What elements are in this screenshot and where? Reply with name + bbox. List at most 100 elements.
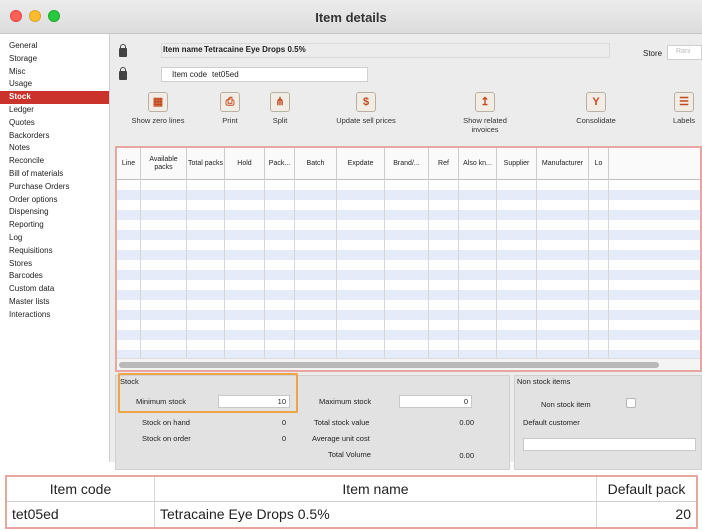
print-button[interactable]: ⎙ Print <box>212 92 248 125</box>
non-stock-item-checkbox[interactable] <box>626 398 636 408</box>
consolidate-button[interactable]: Y Consolidate <box>566 92 626 125</box>
sidebar-item-dispensing[interactable]: Dispensing <box>0 206 109 219</box>
sidebar-item-interactions[interactable]: Interactions <box>0 309 109 322</box>
sidebar-item-misc[interactable]: Misc <box>0 66 109 79</box>
horizontal-scrollbar[interactable] <box>117 358 700 370</box>
column-header[interactable]: Brand/... <box>385 148 429 180</box>
column-header[interactable]: Lo <box>589 148 609 180</box>
scrollbar-thumb[interactable] <box>119 362 659 368</box>
default-pack-header: Default pack <box>607 481 686 497</box>
sidebar-item-backorders[interactable]: Backorders <box>0 130 109 143</box>
window-title: Item details <box>315 10 387 25</box>
item-name-field[interactable] <box>161 43 610 58</box>
table-row[interactable] <box>117 180 700 190</box>
store-label: Store <box>643 49 663 58</box>
stock-on-hand-value: 0 <box>281 418 286 427</box>
sidebar-item-storage[interactable]: Storage <box>0 53 109 66</box>
table-row[interactable] <box>117 190 700 200</box>
table-row[interactable] <box>117 240 700 250</box>
sidebar-item-purchase-orders[interactable]: Purchase Orders <box>0 181 109 194</box>
table-row[interactable] <box>117 230 700 240</box>
stock-on-hand-label: Stock on hand <box>142 418 190 427</box>
sidebar-item-ledger[interactable]: Ledger <box>0 104 109 117</box>
sidebar-item-order-options[interactable]: Order options <box>0 194 109 207</box>
related-invoices-icon: ↥ <box>475 92 495 112</box>
show-zero-lines-button[interactable]: ▦ Show zero lines <box>122 92 194 125</box>
table-row[interactable] <box>117 260 700 270</box>
sidebar-item-barcodes[interactable]: Barcodes <box>0 270 109 283</box>
sidebar-item-stock[interactable]: Stock <box>0 91 109 104</box>
maximum-stock-input[interactable]: 0 <box>399 395 472 408</box>
sidebar-item-bill-of-materials[interactable]: Bill of materials <box>0 168 109 181</box>
main-panel: Item name Tetracaine Eye Drops 0.5% Item… <box>110 34 702 470</box>
item-summary-table: Item code Item name Default pack tet05ed… <box>5 475 698 529</box>
printer-icon: ⎙ <box>220 92 240 112</box>
table-row[interactable] <box>117 220 700 230</box>
table-row[interactable] <box>117 340 700 350</box>
sidebar-item-general[interactable]: General <box>0 40 109 53</box>
column-header[interactable]: Line <box>117 148 141 180</box>
sidebar-item-requisitions[interactable]: Requisitions <box>0 245 109 258</box>
table-row[interactable] <box>117 280 700 290</box>
table-row[interactable] <box>117 200 700 210</box>
column-header[interactable]: Pack... <box>265 148 295 180</box>
item-code-label: Item code <box>172 70 208 79</box>
column-divider <box>428 180 429 358</box>
sidebar-item-custom-data[interactable]: Custom data <box>0 283 109 296</box>
column-header[interactable]: Supplier <box>497 148 537 180</box>
store-value: Rani <box>676 48 691 55</box>
table-row[interactable]: tet05ed Tetracaine Eye Drops 0.5% 20 <box>7 502 696 527</box>
table-row[interactable] <box>117 270 700 280</box>
column-header[interactable]: Expdate <box>337 148 385 180</box>
stock-lines-table[interactable]: Line Available packs Total packs Hold Pack..… <box>115 146 702 372</box>
sidebar-item-quotes[interactable]: Quotes <box>0 117 109 130</box>
column-header[interactable]: Available packs <box>141 148 187 180</box>
table-row[interactable] <box>117 250 700 260</box>
minimum-stock-highlight <box>118 373 298 413</box>
table-row[interactable] <box>117 330 700 340</box>
column-header[interactable]: Also kn... <box>459 148 497 180</box>
sidebar-item-reconcile[interactable]: Reconcile <box>0 155 109 168</box>
column-header[interactable]: Hold <box>225 148 265 180</box>
lock-icon[interactable] <box>119 67 127 80</box>
item-code-cell: tet05ed <box>7 502 155 527</box>
column-divider <box>588 180 589 358</box>
maximum-stock-label: Maximum stock <box>319 397 372 406</box>
table-row[interactable] <box>117 210 700 220</box>
sidebar-item-log[interactable]: Log <box>0 232 109 245</box>
labels-button[interactable]: ☰ Labels <box>666 92 702 125</box>
stock-on-order-value: 0 <box>281 434 286 443</box>
sidebar-item-usage[interactable]: Usage <box>0 78 109 91</box>
table-row[interactable] <box>117 290 700 300</box>
update-prices-icon: $ <box>356 92 376 112</box>
table-row[interactable] <box>117 320 700 330</box>
table-row[interactable] <box>117 310 700 320</box>
total-stock-value-label: Total stock value <box>314 418 370 427</box>
table-row[interactable] <box>117 300 700 310</box>
column-header[interactable]: Ref <box>429 148 459 180</box>
column-divider <box>496 180 497 358</box>
column-header[interactable]: Total packs <box>187 148 225 180</box>
show-related-invoices-button[interactable]: ↥ Show related invoices <box>450 92 520 134</box>
update-sell-prices-button[interactable]: $ Update sell prices <box>316 92 416 125</box>
lock-icon[interactable] <box>119 44 127 57</box>
column-divider <box>608 180 609 358</box>
column-header[interactable]: Manufacturer <box>537 148 589 180</box>
item-code-value: tet05ed <box>212 70 239 79</box>
sidebar-item-notes[interactable]: Notes <box>0 142 109 155</box>
column-divider <box>458 180 459 358</box>
consolidate-icon: Y <box>586 92 606 112</box>
sidebar-item-master-lists[interactable]: Master lists <box>0 296 109 309</box>
sidebar-item-stores[interactable]: Stores <box>0 258 109 271</box>
column-divider <box>294 180 295 358</box>
split-icon: ⋔ <box>270 92 290 112</box>
store-field[interactable]: Rani <box>667 45 702 60</box>
sidebar-item-reporting[interactable]: Reporting <box>0 219 109 232</box>
split-button[interactable]: ⋔ Split <box>262 92 298 125</box>
non-stock-panel: Non stock items Non stock item Default c… <box>514 375 702 470</box>
total-stock-value-value: 0.00 <box>459 418 474 427</box>
default-customer-input[interactable] <box>523 438 696 451</box>
column-divider <box>224 180 225 358</box>
column-divider <box>536 180 537 358</box>
column-header[interactable]: Batch <box>295 148 337 180</box>
